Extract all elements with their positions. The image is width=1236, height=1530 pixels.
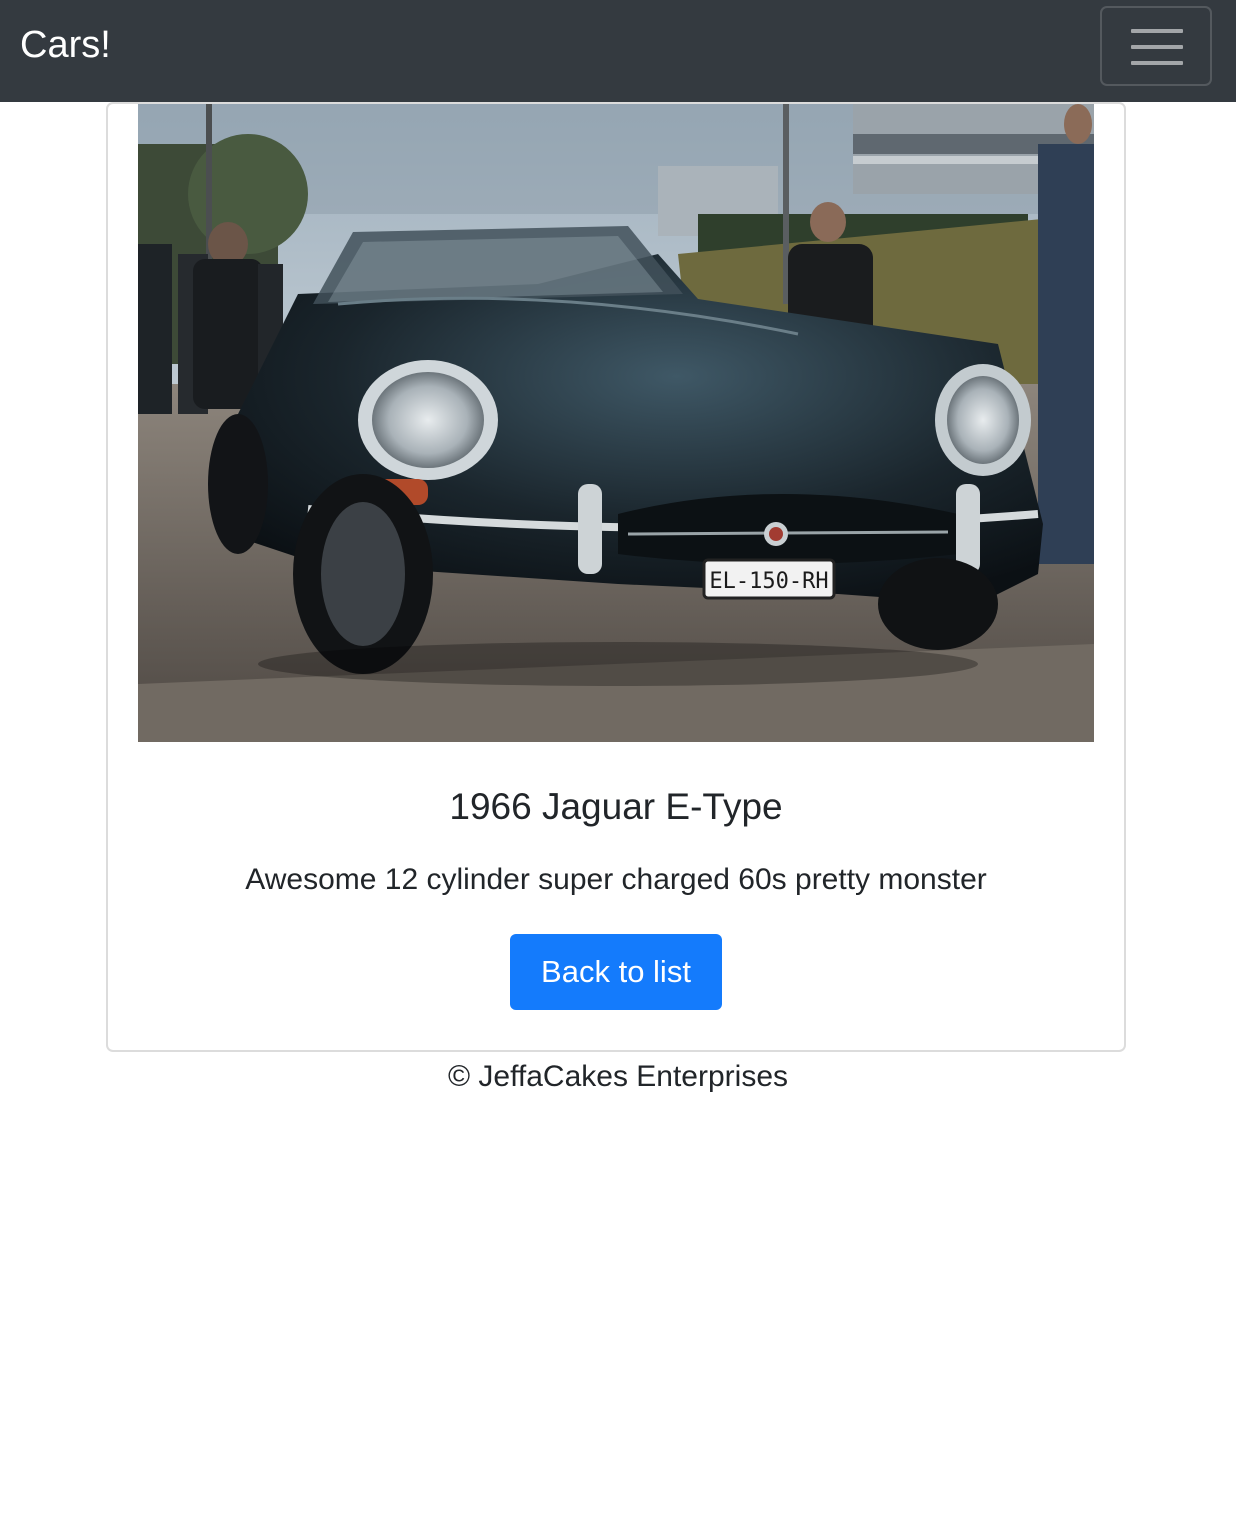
hamburger-menu-icon bbox=[1131, 29, 1183, 65]
car-detail-card: EL-150-RH 1966 Jaguar E-Type Awesome 12 … bbox=[106, 102, 1126, 1052]
navbar-toggler-button[interactable] bbox=[1100, 6, 1212, 86]
back-to-list-button[interactable]: Back to list bbox=[510, 934, 722, 1010]
car-image: EL-150-RH bbox=[138, 104, 1094, 742]
footer-copyright: © JeffaCakes Enterprises bbox=[447, 1060, 789, 1093]
navbar: Cars! bbox=[0, 0, 1236, 102]
car-description: Awesome 12 cylinder super charged 60s pr… bbox=[245, 863, 987, 896]
car-title: 1966 Jaguar E-Type bbox=[449, 786, 783, 827]
license-plate-text: EL-150-RH bbox=[709, 569, 828, 594]
navbar-brand[interactable]: Cars! bbox=[20, 22, 111, 68]
